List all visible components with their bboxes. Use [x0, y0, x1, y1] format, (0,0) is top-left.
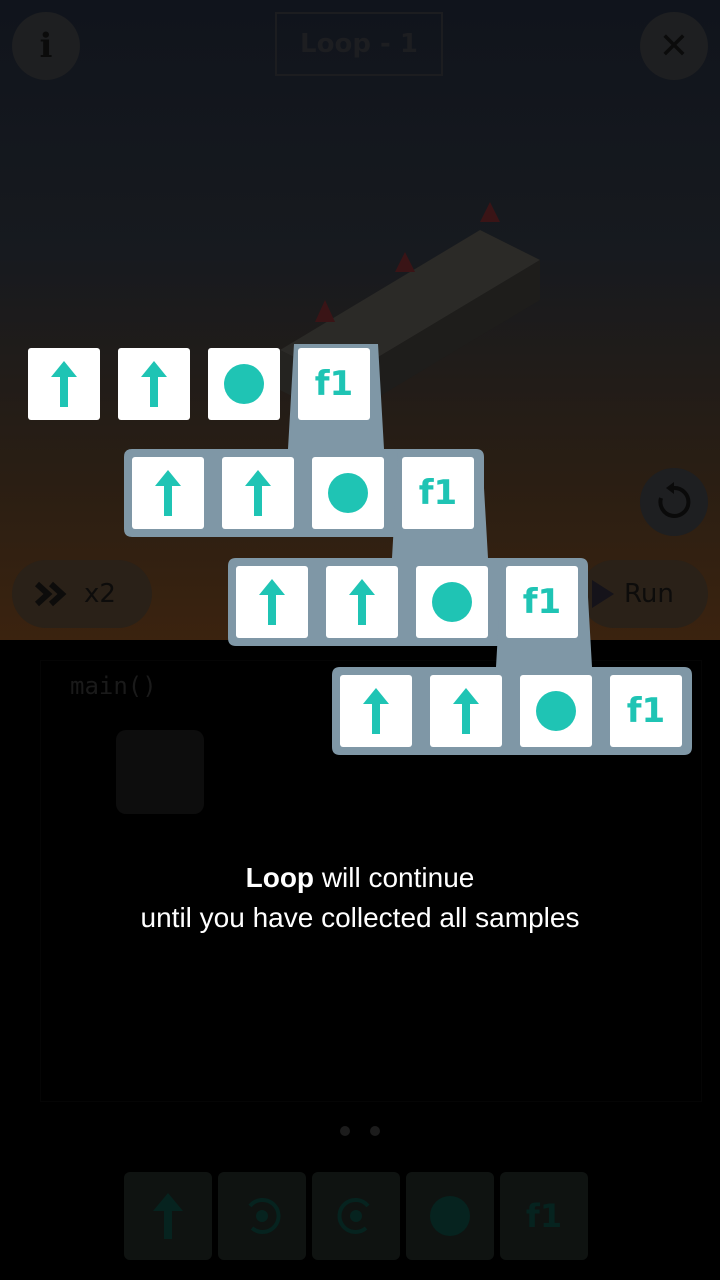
- turn-right-icon: [337, 1197, 370, 1234]
- f1-label: f1: [314, 364, 354, 404]
- loop-tile-action: [520, 675, 592, 747]
- forward-icon: [153, 1193, 183, 1239]
- caption-bold: Loop: [245, 862, 315, 893]
- tutorial-caption: Loop will continue until you have collec…: [0, 858, 720, 938]
- page-dot-1[interactable]: [340, 1126, 350, 1136]
- loop-tile-f1: f1: [402, 457, 474, 529]
- forward-icon: [259, 579, 285, 625]
- caption-rest: will continue: [314, 862, 475, 893]
- palette-turn-right[interactable]: [312, 1172, 400, 1260]
- f1-label: f1: [418, 473, 458, 513]
- loop-tile-action: [416, 566, 488, 638]
- loop-tile-forward: [340, 675, 412, 747]
- loop-tile-forward: [132, 457, 204, 529]
- f1-label: f1: [626, 691, 666, 731]
- forward-icon: [363, 688, 389, 734]
- loop-tile-f1: f1: [298, 348, 370, 420]
- forward-icon: [155, 470, 181, 516]
- forward-icon: [51, 361, 77, 407]
- f1-label: f1: [525, 1197, 563, 1235]
- command-palette: f1: [124, 1172, 588, 1260]
- action-icon: [224, 364, 264, 404]
- page-dot-2[interactable]: [370, 1126, 380, 1136]
- action-icon: [328, 473, 368, 513]
- caption-line-1: Loop will continue: [0, 858, 720, 898]
- forward-icon: [245, 470, 271, 516]
- palette-action[interactable]: [406, 1172, 494, 1260]
- palette-turn-left[interactable]: [218, 1172, 306, 1260]
- loop-tile-forward: [118, 348, 190, 420]
- action-icon: [430, 1196, 470, 1236]
- caption-line-2: until you have collected all samples: [140, 902, 580, 933]
- palette-f1[interactable]: f1: [500, 1172, 588, 1260]
- forward-icon: [349, 579, 375, 625]
- forward-icon: [453, 688, 479, 734]
- f1-label: f1: [522, 582, 562, 622]
- action-icon: [536, 691, 576, 731]
- loop-tile-f1: f1: [506, 566, 578, 638]
- loop-tile-action: [312, 457, 384, 529]
- loop-tile-forward: [236, 566, 308, 638]
- loop-tile-forward: [222, 457, 294, 529]
- palette-forward[interactable]: [124, 1172, 212, 1260]
- loop-tile-forward: [326, 566, 398, 638]
- loop-tile-action: [208, 348, 280, 420]
- action-icon: [432, 582, 472, 622]
- turn-left-icon: [248, 1197, 281, 1234]
- loop-tile-forward: [430, 675, 502, 747]
- loop-tile-forward: [28, 348, 100, 420]
- forward-icon: [141, 361, 167, 407]
- loop-tile-f1: f1: [610, 675, 682, 747]
